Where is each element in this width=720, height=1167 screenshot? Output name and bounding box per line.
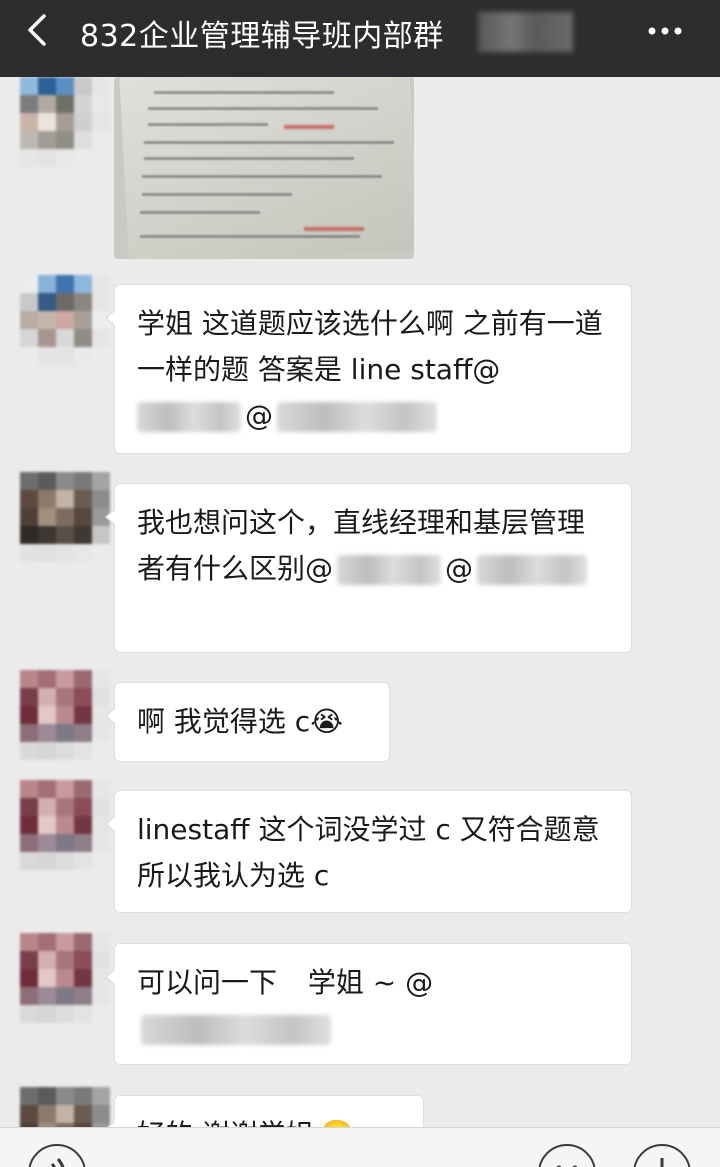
avatar[interactable] xyxy=(20,1087,110,1127)
plus-icon xyxy=(635,1146,689,1167)
avatar[interactable] xyxy=(20,77,110,167)
message-text: 学姐 ~ @ xyxy=(308,966,433,999)
voice-button[interactable] xyxy=(28,1144,86,1167)
message-bubble[interactable]: 可以问一下 学姐 ~ @ xyxy=(114,943,632,1065)
emoji-icon xyxy=(540,1146,594,1167)
message-bubble[interactable]: 我也想问这个，直线经理和基层管理者有什么区别@@ xyxy=(114,483,632,653)
redacted-title-suffix xyxy=(478,12,573,52)
chat-title: 832企业管理辅导班内部群 xyxy=(80,11,444,55)
more-button[interactable] xyxy=(640,14,690,48)
input-toolbar xyxy=(0,1127,720,1167)
photo-thumbnail xyxy=(119,77,414,259)
avatar[interactable] xyxy=(20,780,110,870)
message-text: linestaff 这个词没学过 c 又符合题意 所以我认为选 c xyxy=(137,813,600,892)
chat-message-list[interactable]: 学姐 这道题应该选什么啊 之前有一道一样的题 答案是 line staff@ @… xyxy=(0,77,720,1127)
cry-laugh-emoji-icon: 😭 xyxy=(310,705,343,738)
message-text: 好的 谢谢学姐 xyxy=(137,1118,314,1127)
message-bubble[interactable]: 好的 谢谢学姐 🙂 xyxy=(114,1095,424,1127)
redacted-mention xyxy=(141,1015,331,1045)
redacted-mention xyxy=(137,402,241,432)
avatar[interactable] xyxy=(20,275,110,365)
message-text: @ xyxy=(445,552,473,585)
more-functions-button[interactable] xyxy=(633,1144,691,1167)
more-dots-icon xyxy=(640,14,690,48)
image-message[interactable] xyxy=(114,77,414,259)
message-text: @ xyxy=(245,399,273,432)
smile-emoji-icon: 🙂 xyxy=(320,1118,355,1127)
redacted-mention xyxy=(477,555,587,585)
emoji-button[interactable] xyxy=(538,1144,596,1167)
redacted-mention xyxy=(337,555,441,585)
message-bubble[interactable]: linestaff 这个词没学过 c 又符合题意 所以我认为选 c xyxy=(114,790,632,913)
avatar[interactable] xyxy=(20,670,110,760)
chat-header: 832企业管理辅导班内部群 xyxy=(0,0,720,77)
message-bubble[interactable]: 学姐 这道题应该选什么啊 之前有一道一样的题 答案是 line staff@ @ xyxy=(114,284,632,454)
message-text: 啊 我觉得选 c xyxy=(137,705,310,738)
redacted-mention xyxy=(277,402,437,432)
chevron-left-icon xyxy=(18,10,58,50)
avatar[interactable] xyxy=(20,472,110,562)
message-text: 可以问一下 xyxy=(137,966,286,999)
voice-icon xyxy=(30,1146,84,1167)
message-bubble[interactable]: 啊 我觉得选 c😭 xyxy=(114,682,390,762)
back-button[interactable] xyxy=(18,10,58,50)
avatar[interactable] xyxy=(20,933,110,1023)
message-text: 学姐 这道题应该选什么啊 之前有一道一样的题 答案是 line staff@ xyxy=(137,307,603,386)
